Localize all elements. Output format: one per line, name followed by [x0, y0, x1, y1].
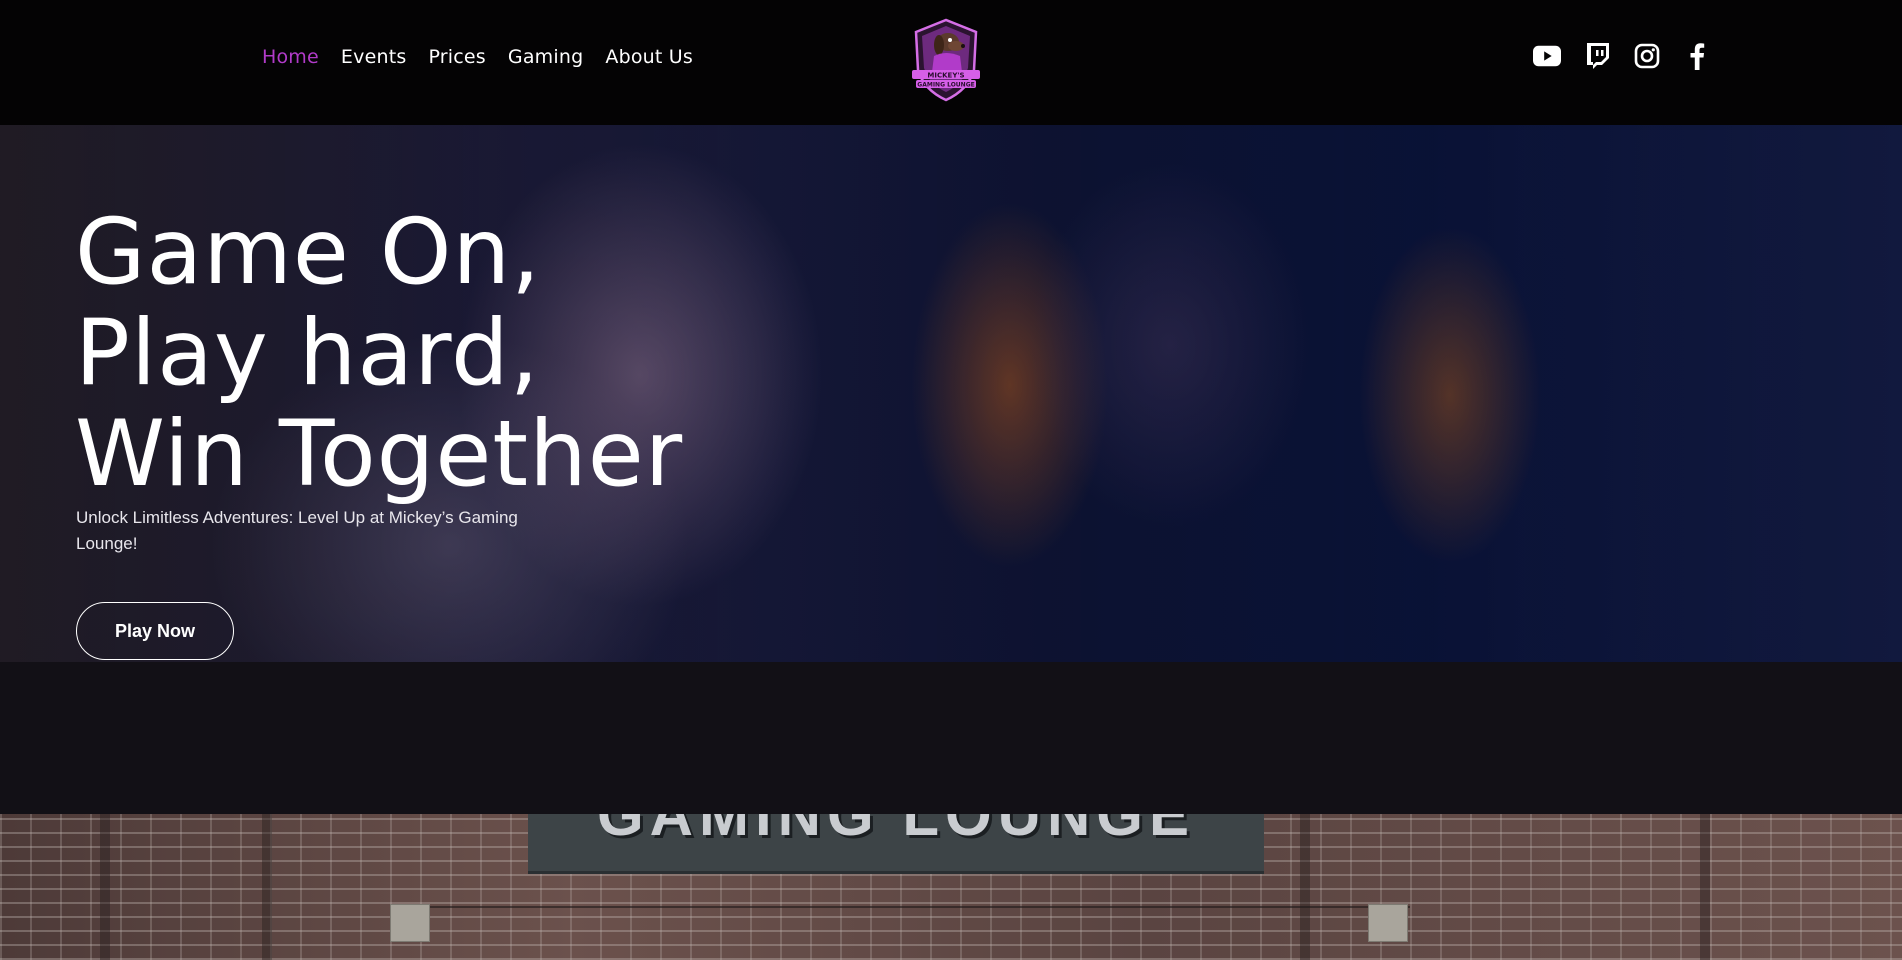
stone-block — [390, 904, 430, 942]
building-sign-text: GAMING LOUNGE — [597, 814, 1195, 848]
hero-title-line-3: Win Together — [75, 402, 684, 507]
hero-subtitle: Unlock Limitless Adventures: Level Up at… — [76, 508, 518, 553]
twitch-icon[interactable] — [1583, 42, 1611, 70]
facebook-icon[interactable] — [1683, 42, 1711, 70]
nav-item-prices[interactable]: Prices — [428, 46, 485, 68]
brick-pillar — [100, 814, 110, 960]
stone-block — [1368, 904, 1408, 942]
hero-title-line-1: Game On, — [75, 200, 542, 305]
youtube-icon[interactable] — [1533, 42, 1561, 70]
brick-pillar — [262, 814, 272, 960]
instagram-icon[interactable] — [1633, 42, 1661, 70]
hero-title-line-2: Play hard, — [75, 301, 540, 406]
content-band — [0, 662, 1902, 814]
social-links — [1533, 42, 1711, 70]
brick-pillar — [1700, 814, 1710, 960]
nav-item-events[interactable]: Events — [341, 46, 407, 68]
nav-item-gaming[interactable]: Gaming — [508, 46, 583, 68]
building-sign: GAMING LOUNGE — [528, 814, 1264, 874]
logo-text-line1: MICKEY'S — [927, 72, 964, 80]
site-logo[interactable]: MICKEY'S GAMING LOUNGE — [908, 12, 984, 106]
site-header: Home Events Prices Gaming About Us MICKE… — [0, 0, 1902, 125]
hero-section: Game On, Play hard, Win Together Unlock … — [0, 125, 1902, 662]
logo-text-line2: GAMING LOUNGE — [917, 82, 974, 89]
brick-pillar — [1300, 814, 1310, 960]
building-facade-image: GAMING LOUNGE — [0, 814, 1902, 960]
dachshund-mascot-logo-icon: MICKEY'S GAMING LOUNGE — [912, 18, 980, 102]
main-nav: Home Events Prices Gaming About Us — [262, 46, 693, 68]
play-now-button[interactable]: Play Now — [76, 602, 234, 660]
hero-title: Game On, Play hard, Win Together — [75, 202, 683, 505]
window-ledge — [390, 906, 1410, 936]
nav-item-home[interactable]: Home — [262, 46, 319, 68]
nav-item-about-us[interactable]: About Us — [605, 46, 693, 68]
